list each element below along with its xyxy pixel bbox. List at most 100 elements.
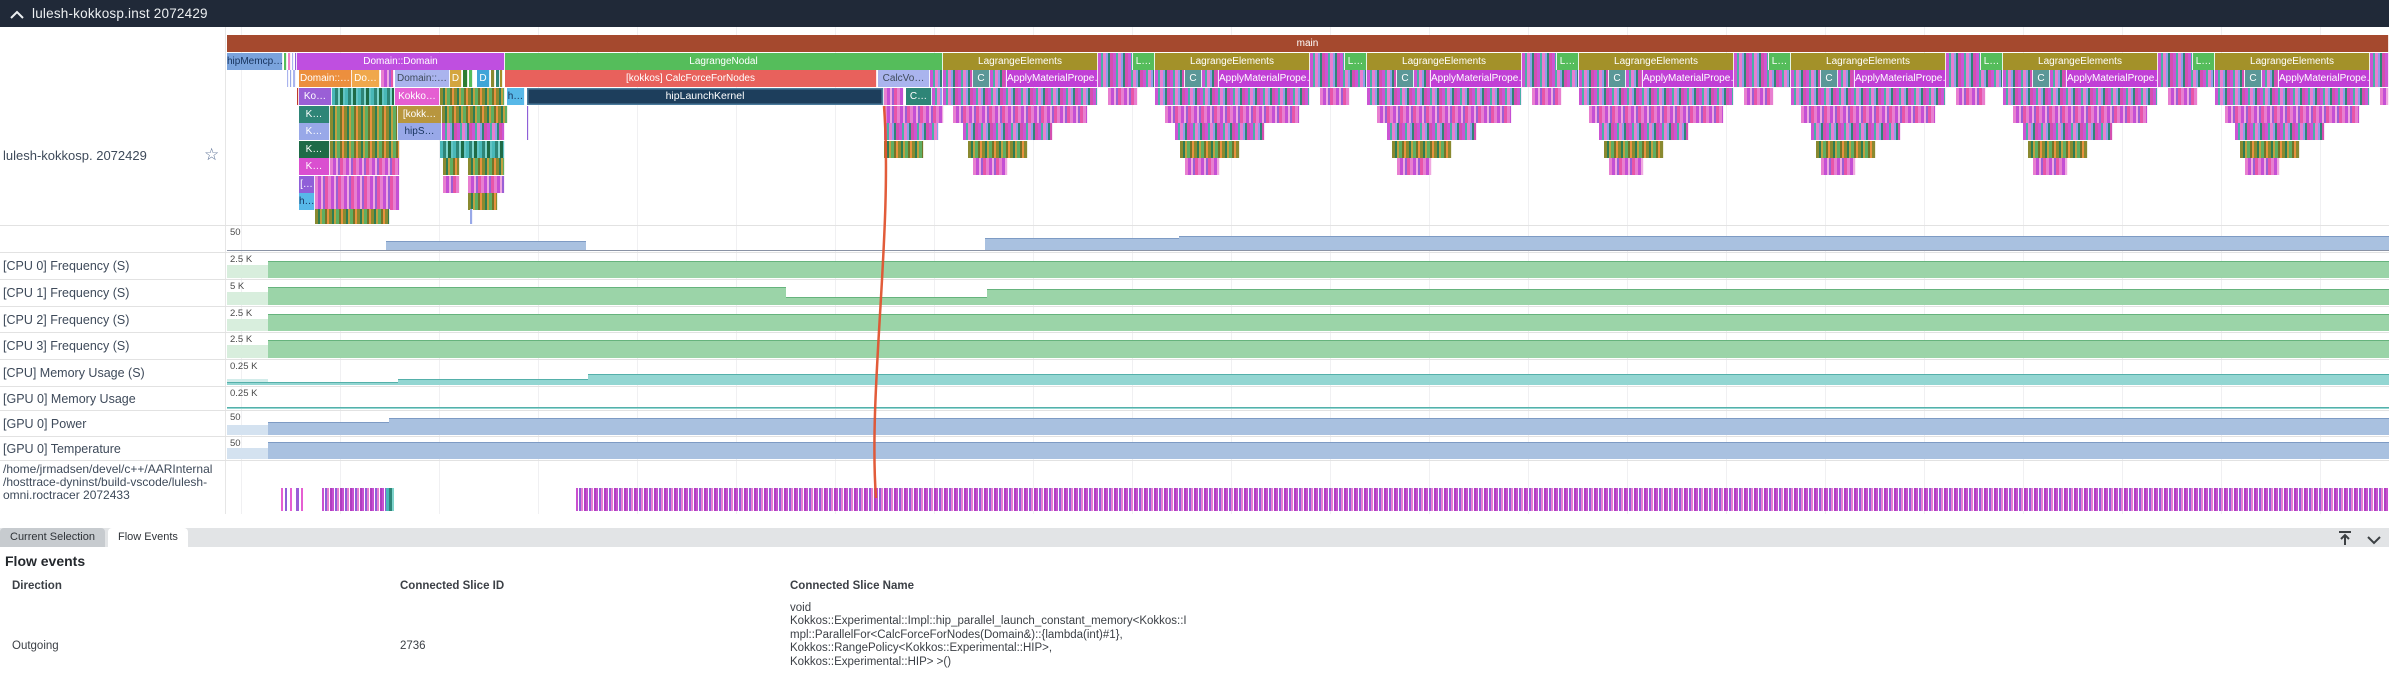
slice-applymaterialprope-[interactable]: ApplyMaterialPrope… bbox=[1855, 70, 1946, 87]
slice[interactable] bbox=[284, 53, 287, 70]
slice-k-[interactable]: K… bbox=[299, 158, 330, 175]
slice[interactable] bbox=[1310, 70, 1367, 87]
process-slice[interactable] bbox=[576, 488, 2389, 511]
slice[interactable] bbox=[1377, 106, 1512, 123]
pin-track-star-icon[interactable]: ☆ bbox=[204, 145, 219, 165]
slice[interactable] bbox=[527, 106, 529, 123]
slice[interactable] bbox=[442, 106, 508, 123]
slice-c[interactable]: C bbox=[1397, 70, 1414, 87]
slice[interactable] bbox=[1367, 70, 1397, 87]
slice[interactable] bbox=[293, 70, 296, 87]
slice-lagrangeelements[interactable]: LagrangeElements bbox=[1791, 53, 1946, 70]
slice[interactable] bbox=[884, 106, 944, 123]
slice[interactable] bbox=[315, 176, 400, 193]
slice[interactable] bbox=[2235, 123, 2325, 140]
slice-k-[interactable]: K… bbox=[299, 141, 330, 158]
slice[interactable] bbox=[1108, 88, 1138, 105]
slice-lagrangeelements[interactable]: LagrangeElements bbox=[1579, 53, 1734, 70]
counter-track[interactable]: 50 bbox=[0, 225, 2389, 252]
slice[interactable] bbox=[290, 70, 292, 87]
slice-domain-[interactable]: Domain::… bbox=[299, 70, 352, 87]
slice[interactable] bbox=[2215, 88, 2370, 105]
slice[interactable] bbox=[468, 193, 498, 210]
slice[interactable] bbox=[1522, 53, 1557, 70]
slice-ko-[interactable]: Ko… bbox=[299, 88, 332, 105]
slice-d[interactable]: D bbox=[450, 70, 462, 87]
slice[interactable] bbox=[1522, 70, 1579, 87]
slice[interactable] bbox=[287, 70, 289, 87]
slice-c[interactable]: C bbox=[973, 70, 990, 87]
slice[interactable] bbox=[884, 141, 924, 158]
slice[interactable] bbox=[1098, 70, 1155, 87]
slice[interactable] bbox=[1811, 123, 1901, 140]
slice[interactable] bbox=[884, 123, 939, 140]
slice-l-[interactable]: L… bbox=[1981, 53, 2003, 70]
slice-hips-[interactable]: hipS… bbox=[398, 123, 442, 140]
slice[interactable] bbox=[1791, 88, 1946, 105]
slice[interactable] bbox=[2003, 70, 2033, 87]
slice-domain-[interactable]: Domain::… bbox=[395, 70, 450, 87]
slice[interactable] bbox=[440, 141, 505, 158]
slice-l-[interactable]: L… bbox=[1345, 53, 1367, 70]
process-slice[interactable] bbox=[386, 488, 394, 511]
slice-k-[interactable]: K… bbox=[299, 106, 330, 123]
slice[interactable] bbox=[2158, 53, 2193, 70]
slice[interactable] bbox=[2028, 141, 2088, 158]
slice[interactable] bbox=[443, 158, 460, 175]
process-slice[interactable] bbox=[285, 488, 287, 511]
slice[interactable] bbox=[1414, 70, 1431, 87]
slice[interactable] bbox=[1185, 158, 1220, 175]
slice[interactable] bbox=[963, 123, 1053, 140]
slice[interactable] bbox=[1175, 123, 1265, 140]
counter-track--gpu-0-memory-usage[interactable]: [GPU 0] Memory Usage0.25 K bbox=[0, 386, 2389, 410]
slice[interactable] bbox=[292, 53, 294, 70]
slice[interactable] bbox=[1165, 106, 1300, 123]
slice[interactable] bbox=[1838, 70, 1855, 87]
slice-h-[interactable]: h… bbox=[507, 88, 525, 105]
slice-domain-domain[interactable]: Domain::Domain bbox=[297, 53, 505, 70]
slice[interactable] bbox=[884, 88, 904, 105]
counter-track--cpu-2-frequency-s-[interactable]: [CPU 2] Frequency (S)2.5 K bbox=[0, 306, 2389, 332]
slice[interactable] bbox=[2050, 70, 2067, 87]
slice[interactable] bbox=[2158, 70, 2215, 87]
counter-track--cpu-1-frequency-s-[interactable]: [CPU 1] Frequency (S)5 K bbox=[0, 279, 2389, 306]
slice-applymaterialprope-[interactable]: ApplyMaterialPrope… bbox=[1431, 70, 1522, 87]
slice-lagrangenodal[interactable]: LagrangeNodal bbox=[505, 53, 943, 70]
slice[interactable] bbox=[1609, 158, 1644, 175]
slice-do-[interactable]: Do… bbox=[352, 70, 380, 87]
timeline-canvas[interactable]: lulesh-kokkosp. 2072429 ☆ mainhipMemcp…D… bbox=[0, 27, 2389, 514]
slice-c[interactable]: C bbox=[1185, 70, 1202, 87]
slice--kokkos-calcforcefornodes[interactable]: [kokkos] CalcForceForNodes bbox=[505, 70, 877, 87]
slice[interactable] bbox=[943, 88, 1098, 105]
slice[interactable] bbox=[1098, 53, 1133, 70]
slice-l-[interactable]: L… bbox=[2193, 53, 2215, 70]
slice[interactable] bbox=[2013, 106, 2148, 123]
slice-applymaterialprope-[interactable]: ApplyMaterialPrope… bbox=[2279, 70, 2370, 87]
slice[interactable] bbox=[315, 209, 390, 224]
slice-hipmemcp-[interactable]: hipMemcp… bbox=[227, 53, 283, 70]
slice-lagrangeelements[interactable]: LagrangeElements bbox=[943, 53, 1098, 70]
slice[interactable] bbox=[2380, 88, 2389, 105]
slice-c[interactable]: C bbox=[2245, 70, 2262, 87]
slice[interactable] bbox=[469, 70, 473, 87]
counter-track--cpu-memory-usage-s-[interactable]: [CPU] Memory Usage (S)0.25 K bbox=[0, 359, 2389, 386]
slice[interactable] bbox=[1155, 88, 1310, 105]
slice-l-[interactable]: L… bbox=[1557, 53, 1579, 70]
slice-hiplaunchkernel[interactable]: hipLaunchKernel bbox=[527, 88, 884, 105]
slice[interactable] bbox=[1734, 70, 1791, 87]
slice[interactable] bbox=[2033, 158, 2068, 175]
slice[interactable] bbox=[932, 88, 943, 105]
slice[interactable] bbox=[470, 209, 473, 224]
slice-kokko-[interactable]: Kokko… bbox=[395, 88, 440, 105]
slice[interactable] bbox=[1392, 141, 1452, 158]
slice[interactable] bbox=[330, 141, 400, 158]
slice-c[interactable]: C bbox=[1609, 70, 1626, 87]
slice[interactable] bbox=[2023, 123, 2113, 140]
process-slice[interactable] bbox=[301, 488, 303, 511]
slice-h-[interactable]: h… bbox=[299, 193, 315, 210]
slice-l-[interactable]: L… bbox=[1133, 53, 1155, 70]
slice[interactable] bbox=[990, 70, 1007, 87]
slice-applymaterialprope-[interactable]: ApplyMaterialPrope… bbox=[1007, 70, 1098, 87]
slice[interactable] bbox=[1589, 106, 1724, 123]
counter-track--cpu-3-frequency-s-[interactable]: [CPU 3] Frequency (S)2.5 K bbox=[0, 332, 2389, 359]
